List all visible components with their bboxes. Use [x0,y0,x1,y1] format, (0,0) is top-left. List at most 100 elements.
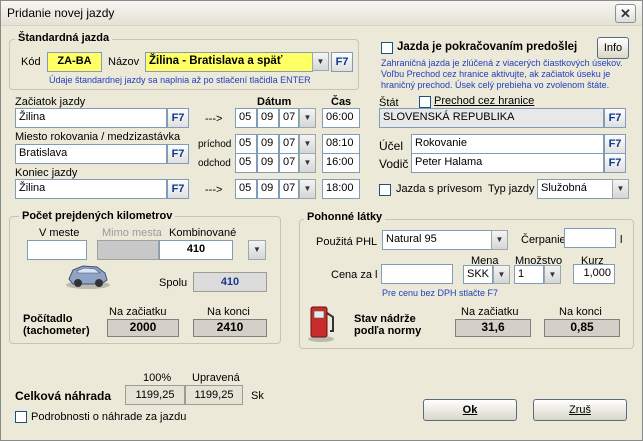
tank-start-label: Na začiatku [461,306,519,318]
compensation-label: Celková náhrada [15,389,112,403]
city-km-input[interactable] [27,240,87,260]
draw-label: Čerpanie [521,234,566,246]
time-header: Čas [331,96,352,108]
time-input[interactable]: 08:10 [322,134,360,154]
start-label: Začiatok jazdy [15,96,86,108]
time-input[interactable]: 18:00 [322,179,360,199]
date-year-input[interactable]: 07 [279,134,299,154]
quantity-select[interactable]: 1 [514,265,544,284]
date-day-input[interactable]: 05 [235,134,257,154]
close-button[interactable]: ✕ [615,4,636,23]
window-title: Pridanie novej jazdy [7,6,115,20]
continuation-label: Jazda je pokračovaním predošlej [397,41,578,53]
rate-input[interactable]: 1,000 [573,264,615,284]
purpose-f7-button[interactable]: F7 [604,134,626,154]
tank-end-label: Na konci [559,306,602,318]
ok-button[interactable]: Ok [423,399,517,421]
trip-type-label: Typ jazdy [488,183,535,195]
chevron-down-icon: ▼ [303,158,312,167]
continuation-checkbox[interactable] [381,42,393,54]
phl-dropdown-button[interactable]: ▼ [491,230,508,250]
end-f7-button[interactable]: F7 [167,179,189,199]
details-checkbox[interactable] [15,411,27,423]
phl-label: Použitá PHL [316,236,378,248]
price-input[interactable] [381,264,453,284]
date-day-input[interactable]: 05 [235,108,257,128]
standard-hint: Údaje štandardnej jazdy sa naplnia až po… [49,75,311,85]
outside-km-label: Mimo mesta [102,227,162,239]
phl-select[interactable]: Natural 95 [382,230,492,250]
vat-hint: Pre cenu bez DPH stlačte F7 [382,288,499,298]
border-crossing-checkbox[interactable] [419,96,431,108]
combined-km-dropdown-button[interactable]: ▼ [248,240,266,260]
date-year-input[interactable]: 07 [279,153,299,173]
chevron-down-icon: ▼ [253,245,261,254]
chevron-down-icon: ▼ [548,270,557,279]
info-button[interactable]: Info [597,37,629,59]
start-f7-button[interactable]: F7 [167,108,189,128]
trailer-checkbox[interactable] [379,184,391,196]
end-input[interactable]: Žilina [15,179,167,199]
date-year-input[interactable]: 07 [279,179,299,199]
code-input[interactable]: ZA-BA [47,52,102,72]
end-label: Koniec jazdy [15,167,78,179]
currency-select[interactable]: SKK [463,265,493,284]
tank-label: Stav nádrže [354,313,416,325]
time-input[interactable]: 16:00 [322,153,360,173]
date-dropdown-button[interactable]: ▼ [299,153,316,173]
currency-dropdown-button[interactable]: ▼ [493,265,510,284]
date-month-input[interactable]: 09 [257,108,279,128]
date-month-input[interactable]: 09 [257,179,279,199]
km-heading: Počet prejdených kilometrov [19,210,176,222]
name-input[interactable]: Žilina - Bratislava a späť [145,52,313,72]
compensation-100-value: 1199,25 [125,385,185,405]
date-dropdown-button[interactable]: ▼ [299,108,316,128]
counter-label: Počítadlo [23,313,73,325]
date-dropdown-button[interactable]: ▼ [299,134,316,154]
start-arrow: ---> [205,113,223,125]
meeting-input[interactable]: Bratislava [15,144,167,164]
tank-end-value: 0,85 [544,319,620,337]
departure-label: odchod [198,158,231,169]
state-f7-button[interactable]: F7 [604,108,626,128]
date-year-input[interactable]: 07 [279,108,299,128]
compensation-100-label: 100% [143,372,172,384]
trip-type-dropdown-button[interactable]: ▼ [612,179,629,199]
cancel-button[interactable]: Zruš [533,399,627,421]
name-f7-button[interactable]: F7 [331,52,353,72]
combined-km-label: Kombinované [169,227,237,239]
date-month-input[interactable]: 09 [257,134,279,154]
date-dropdown-button[interactable]: ▼ [299,179,316,199]
code-label: Kód [21,56,41,68]
state-input[interactable]: SLOVENSKÁ REPUBLIKA [379,108,604,128]
trailer-label: Jazda s prívesom [396,183,483,195]
draw-input[interactable] [564,228,616,248]
driver-input[interactable]: Peter Halama [411,153,604,173]
trip-type-select[interactable]: Služobná [537,179,613,199]
tank-label-sub: podľa normy [354,325,422,337]
time-input[interactable]: 06:00 [322,108,360,128]
combined-km-input[interactable]: 410 [159,240,233,260]
meeting-f7-button[interactable]: F7 [167,144,189,164]
driver-label: Vodič [379,157,409,171]
start-input[interactable]: Žilina [15,108,167,128]
meeting-label: Miesto rokovania / medzizastávka [15,131,181,143]
date-day-input[interactable]: 05 [235,179,257,199]
name-dropdown-button[interactable]: ▼ [312,52,329,71]
chevron-down-icon: ▼ [497,270,506,279]
counter-end-value: 2410 [193,319,267,337]
chevron-down-icon: ▼ [316,57,325,66]
city-km-label: V meste [39,227,80,239]
date-month-input[interactable]: 09 [257,153,279,173]
quantity-dropdown-button[interactable]: ▼ [544,265,561,284]
date-header: Dátum [257,96,292,108]
car-icon [66,265,110,289]
total-km-value: 410 [193,272,267,292]
outside-km-input [97,240,159,260]
counter-start-label: Na začiatku [109,306,167,318]
fuel-pump-icon [308,306,334,342]
date-day-input[interactable]: 05 [235,153,257,173]
purpose-input[interactable]: Rokovanie [411,134,604,154]
title-bar: Pridanie novej jazdy ✕ [1,1,642,26]
driver-f7-button[interactable]: F7 [604,153,626,173]
